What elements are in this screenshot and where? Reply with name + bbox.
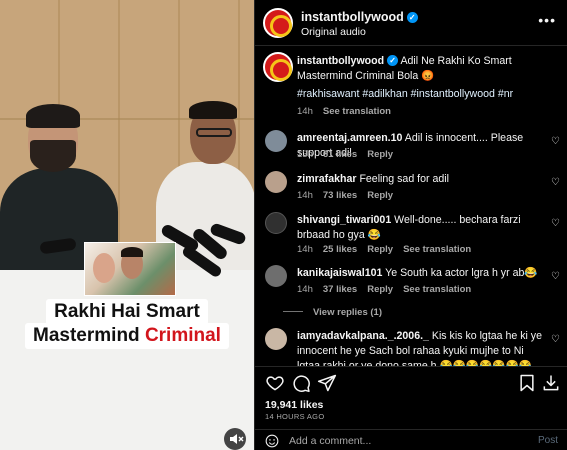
heart-icon: ♡	[551, 334, 560, 345]
author-avatar[interactable]	[263, 8, 293, 38]
comment-like-button[interactable]: ♡	[551, 334, 560, 345]
comment-meta: 14h 37 likes Reply See translation	[297, 284, 481, 295]
commenter-avatar[interactable]	[265, 171, 287, 193]
emoji-icon[interactable]	[265, 434, 279, 448]
comment-meta: 13h 61 likes Reply	[297, 149, 403, 160]
video-table	[0, 270, 254, 450]
heart-icon: ♡	[551, 177, 560, 188]
comment-time: 13h	[297, 149, 313, 160]
reel-video[interactable]: Rakhi Hai Smart Mastermind Criminal	[0, 0, 254, 450]
post-panel: instantbollywood ✓ Original audio ••• ins…	[254, 0, 567, 450]
commenter-avatar[interactable]	[265, 130, 287, 152]
comment-time: 14h	[297, 284, 313, 295]
caption-username[interactable]: instantbollywood	[297, 55, 384, 67]
caption-hashtags[interactable]: #rakhisawant #adilkhan #instantbollywood…	[297, 88, 513, 100]
comment-reply-button[interactable]: Reply	[367, 190, 393, 201]
add-comment-row: Post	[255, 429, 567, 450]
comment-meta: 14h 73 likes Reply	[297, 190, 403, 201]
comment-time: 14h	[297, 190, 313, 201]
action-bar	[265, 373, 560, 397]
post-caption: instantbollywood ✓ Adil Ne Rakhi Ko Smart…	[297, 54, 537, 84]
heart-icon: ♡	[551, 218, 560, 229]
bookmark-icon[interactable]	[517, 373, 537, 393]
audio-label[interactable]: Original audio	[301, 26, 366, 38]
comment-username[interactable]: kanikajaiswal101	[297, 267, 382, 279]
download-icon[interactable]	[541, 373, 561, 393]
post-comment-button[interactable]: Post	[538, 435, 558, 446]
mute-icon	[230, 434, 244, 444]
mute-button[interactable]	[224, 428, 246, 450]
comment-like-button[interactable]: ♡	[551, 218, 560, 229]
comment-meta: 14h 25 likes Reply See translation	[297, 244, 481, 255]
comment-see-translation[interactable]: See translation	[403, 244, 471, 255]
likes-count[interactable]: 19,941 likes	[265, 399, 323, 411]
video-caption-line-2: Mastermind Criminal	[0, 323, 254, 349]
comment-username[interactable]: zimrafakhar	[297, 173, 356, 185]
author-username[interactable]: instantbollywood	[301, 10, 404, 24]
heart-icon: ♡	[551, 271, 560, 282]
post-footer: 19,941 likes 14 HOURS AGO Post	[255, 366, 567, 450]
more-icon: •••	[538, 12, 556, 28]
comment-text: Feeling sad for adil	[359, 173, 449, 185]
heart-icon[interactable]	[265, 373, 285, 393]
comment-time: 14h	[297, 244, 313, 255]
share-icon[interactable]	[317, 373, 337, 393]
comment-reply-button[interactable]: Reply	[367, 244, 393, 255]
verified-icon: ✓	[406, 12, 418, 23]
comment-reply-button[interactable]: Reply	[367, 284, 393, 295]
commenter-avatar[interactable]	[265, 328, 287, 350]
heart-icon: ♡	[551, 136, 560, 147]
verified-icon: ✓	[387, 55, 399, 66]
comment-like-button[interactable]: ♡	[551, 136, 560, 147]
caption-see-translation[interactable]: See translation	[323, 106, 391, 117]
add-comment-input[interactable]	[289, 432, 509, 450]
comment-reply-button[interactable]: Reply	[367, 149, 393, 160]
comment-username[interactable]: iamyadavkalpana._.2006._	[297, 330, 429, 342]
comment-username[interactable]: amreentaj.amreen.10	[297, 132, 402, 144]
comment-likes[interactable]: 61 likes	[323, 149, 357, 160]
caption-author-avatar[interactable]	[263, 52, 293, 82]
comment-likes[interactable]: 37 likes	[323, 284, 357, 295]
view-replies-button[interactable]: View replies (1)	[313, 307, 382, 318]
commenter-avatar[interactable]	[265, 212, 287, 234]
post-time: 14 HOURS AGO	[265, 412, 325, 421]
comment-see-translation[interactable]: See translation	[403, 284, 471, 295]
comment-like-button[interactable]: ♡	[551, 177, 560, 188]
comment-username[interactable]: shivangi_tiwari001	[297, 214, 391, 226]
caption-time: 14h	[297, 106, 313, 117]
video-caption-line-1: Rakhi Hai Smart	[0, 299, 254, 325]
comment-like-button[interactable]: ♡	[551, 271, 560, 282]
comment-icon[interactable]	[291, 373, 311, 393]
post-header: instantbollywood ✓ Original audio •••	[255, 0, 567, 46]
video-inset-photo	[84, 242, 176, 296]
more-options-button[interactable]: •••	[538, 12, 556, 28]
commenter-avatar[interactable]	[265, 265, 287, 287]
caption-meta: 14h See translation	[297, 106, 401, 117]
comment-likes[interactable]: 73 likes	[323, 190, 357, 201]
comment-text: Ye South ka actor lgra h yr ab😂	[385, 267, 538, 279]
comment-likes[interactable]: 25 likes	[323, 244, 357, 255]
comments-area[interactable]: instantbollywood ✓ Adil Ne Rakhi Ko Smart…	[255, 46, 567, 366]
